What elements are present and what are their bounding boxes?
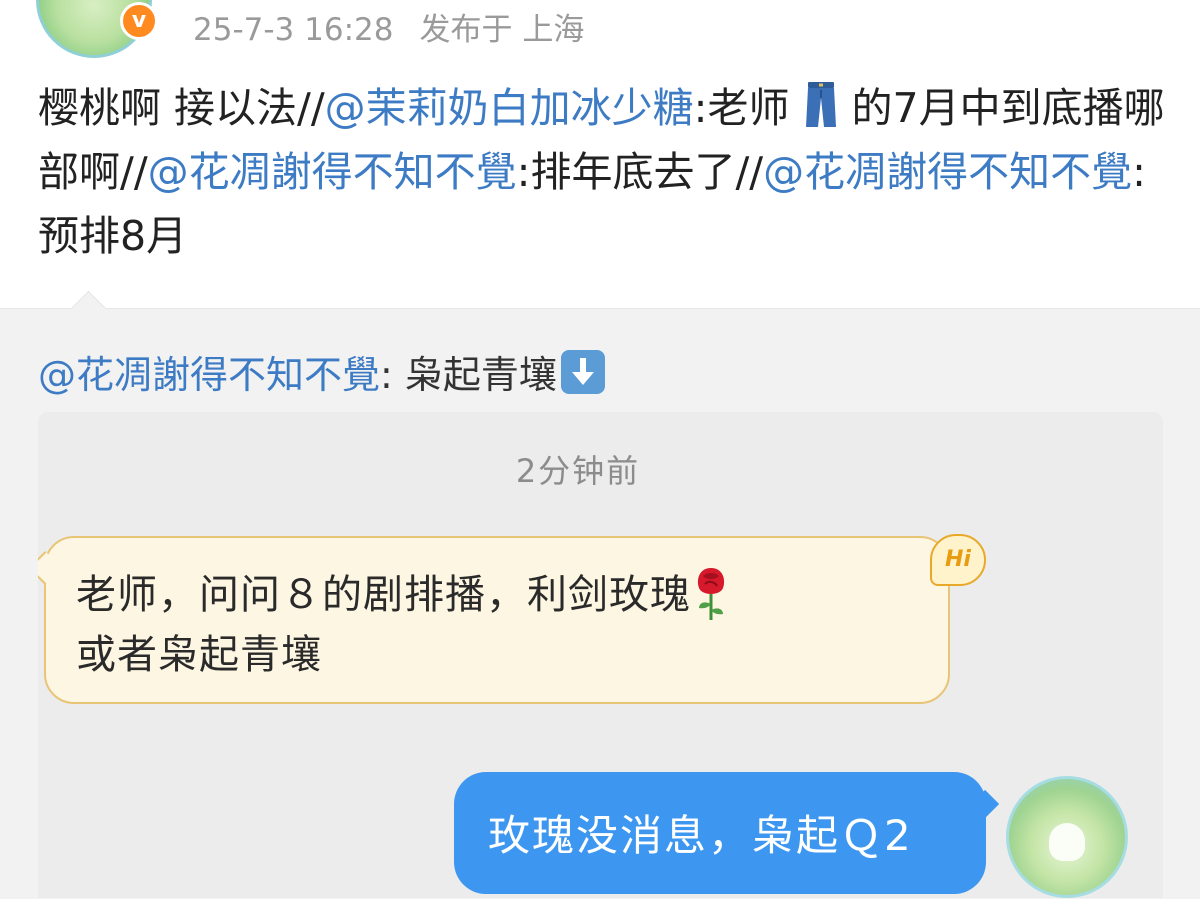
incoming-message-text: 老师，问问８的剧排播，利剑玫瑰 或者枭起青壤 [76, 564, 936, 685]
message-line: 或者枭起青壤 [76, 632, 322, 678]
hi-badge-icon: Hi [930, 534, 986, 586]
bubble-tail [970, 789, 1000, 819]
post-timestamp: 25-7-3 16:28 [193, 12, 394, 48]
chat-screenshot-image[interactable]: 2分钟前 老师，问问８的剧排播，利剑玫瑰 或者枭起青壤 Hi 玫瑰没消息，枭起Ｑ… [38, 412, 1163, 898]
text-segment: :老师 [693, 84, 790, 132]
rose-icon [697, 568, 725, 620]
avatar-face [1049, 823, 1085, 861]
mention-link[interactable]: @茉莉奶白加冰少糖 [325, 84, 694, 132]
outgoing-message-text: 玫瑰没消息，枭起Ｑ2 [488, 811, 913, 860]
apple-avatar-icon [1006, 776, 1128, 898]
post-location: 发布于 上海 [419, 12, 585, 48]
down-arrow-icon [560, 350, 605, 394]
jeans-icon [805, 82, 836, 127]
mention-link[interactable]: @花凋謝得不知不覺 [763, 148, 1132, 196]
repost-text: 樱桃啊 接以法//@茉莉奶白加冰少糖:老师 的7月中到底播哪部啊//@花凋謝得不… [38, 76, 1168, 268]
text-segment: :排年底去了// [516, 148, 764, 196]
chat-time: 2分钟前 [515, 452, 641, 490]
vip-badge-icon: v [120, 2, 158, 40]
mention-link[interactable]: @花凋謝得不知不覺 [38, 353, 380, 397]
text-segment: 樱桃啊 接以法// [38, 84, 325, 132]
post-meta: 25-7-3 16:28 发布于 上海 [193, 4, 584, 49]
message-line: 老师，问问８的剧排播，利剑玫瑰 [76, 572, 691, 618]
mention-link[interactable]: @花凋謝得不知不覺 [148, 148, 517, 196]
outgoing-message-bubble: 玫瑰没消息，枭起Ｑ2 [454, 772, 1000, 894]
quoted-post-text: @花凋謝得不知不覺: 枭起青壤 [38, 344, 605, 399]
quoted-text: : 枭起青壤 [380, 353, 557, 397]
incoming-message-bubble: 老师，问问８的剧排播，利剑玫瑰 或者枭起青壤 [38, 536, 950, 704]
bubble-tail [38, 551, 62, 585]
